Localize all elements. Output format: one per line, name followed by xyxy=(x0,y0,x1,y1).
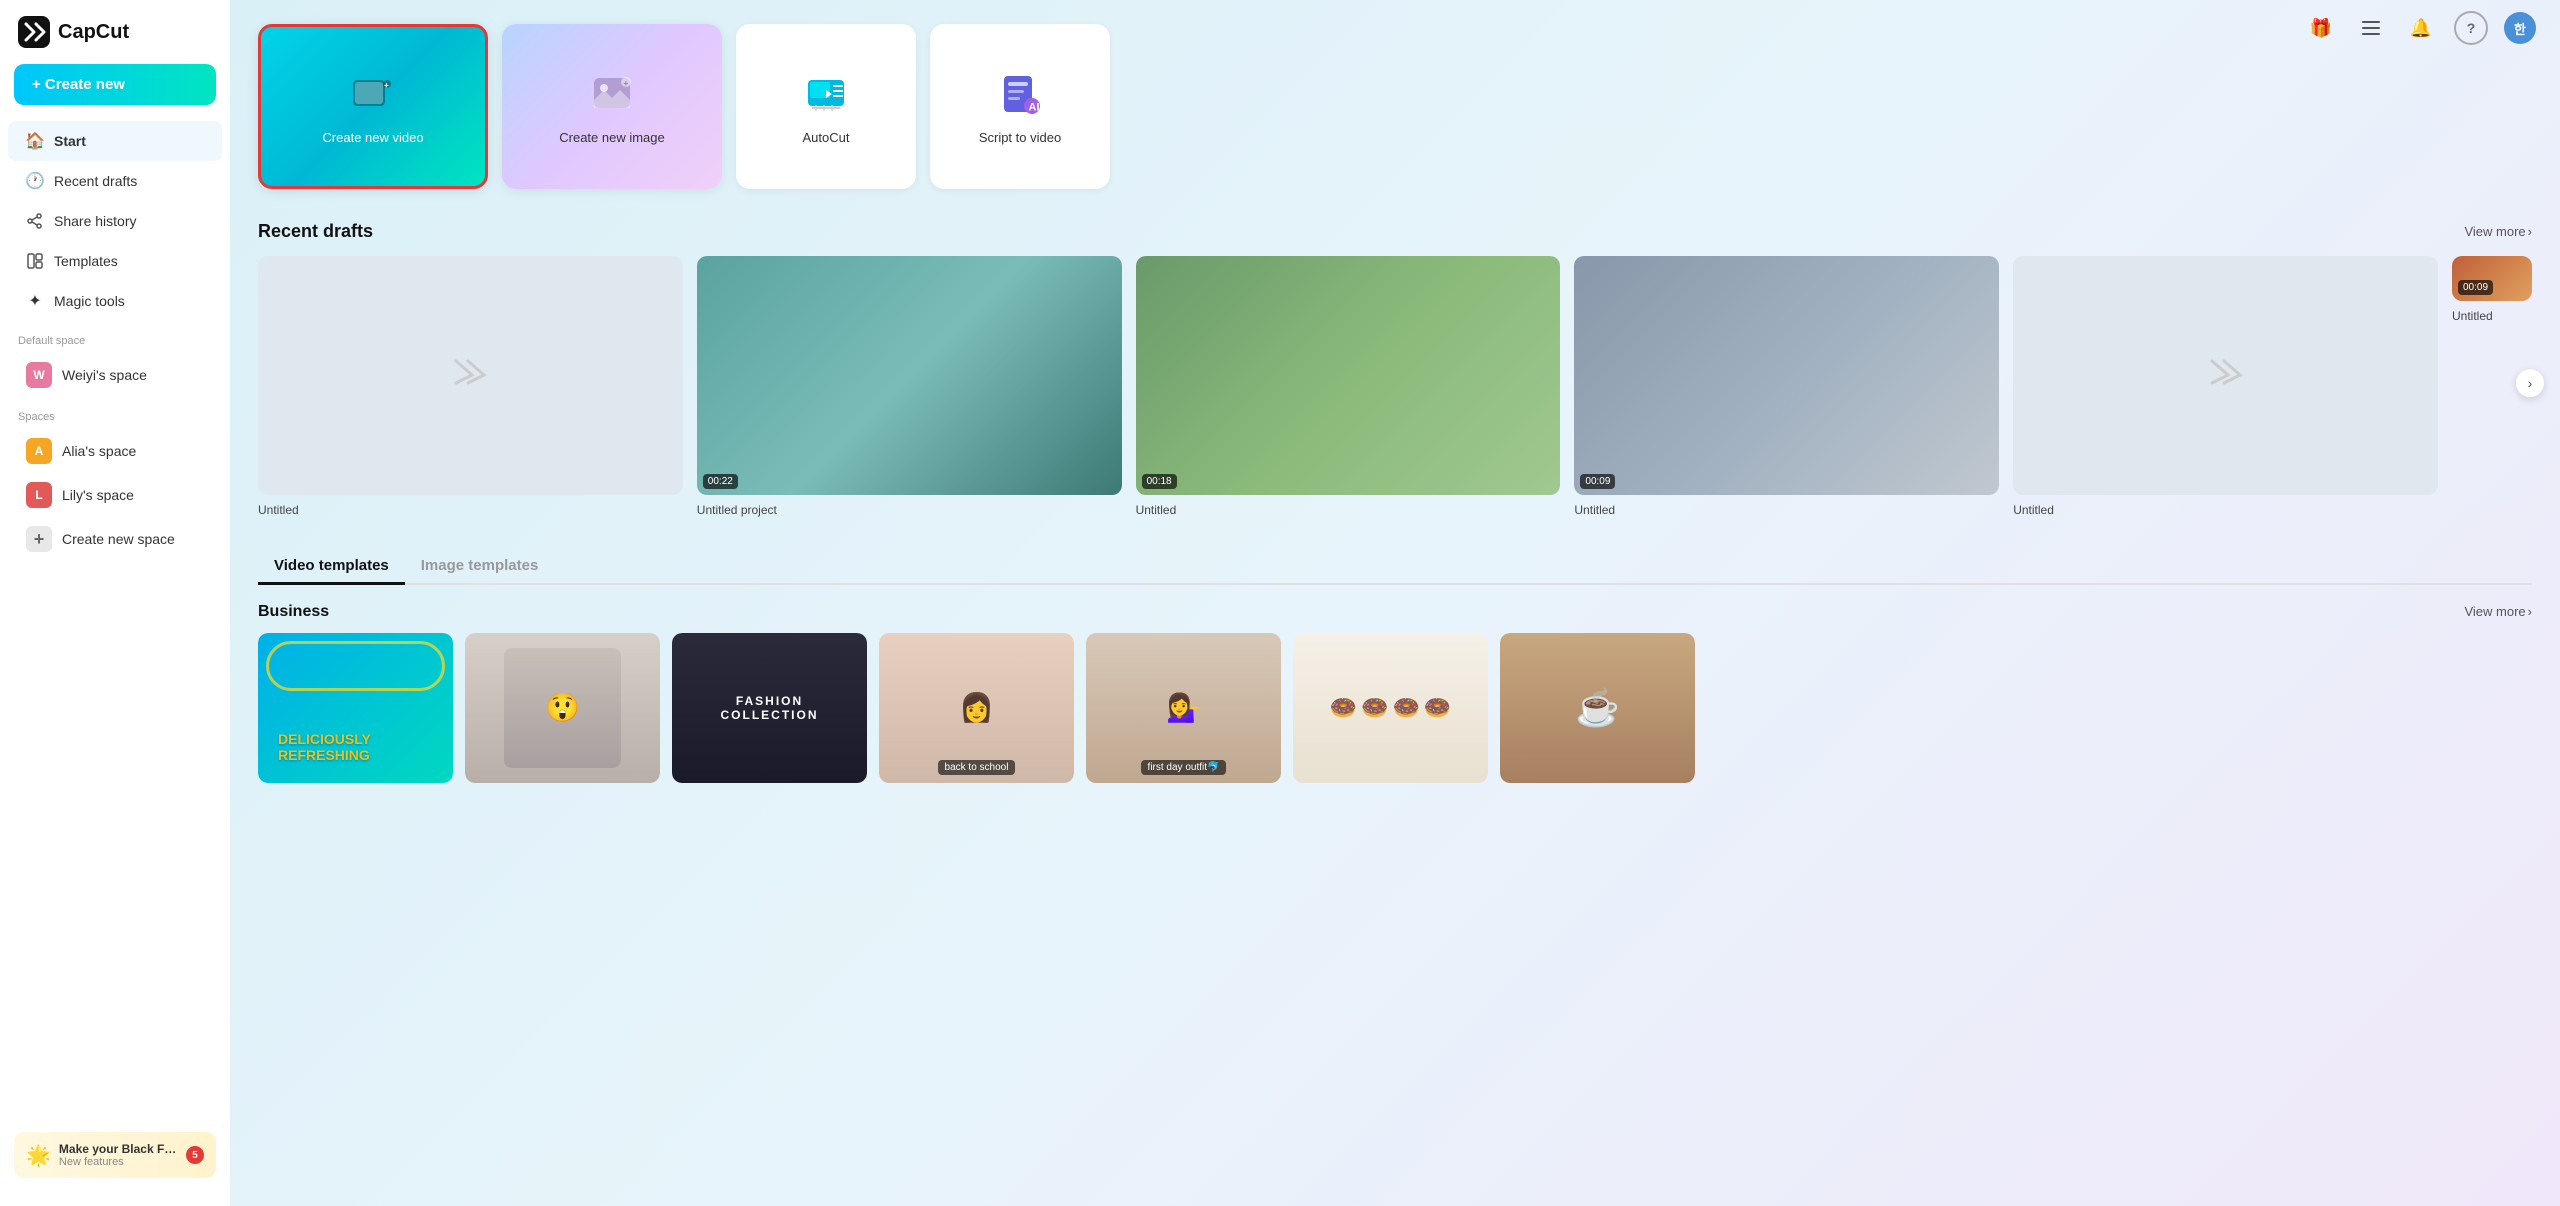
tab-image-templates[interactable]: Image templates xyxy=(405,549,555,585)
sidebar: CapCut + Create new 🏠 Start 🕐 Recent dra… xyxy=(0,0,230,1206)
sidebar-item-templates[interactable]: Templates xyxy=(8,241,222,281)
home-icon: 🏠 xyxy=(26,132,44,150)
create-video-label: Create new video xyxy=(322,130,423,145)
spaces-label: Spaces xyxy=(0,397,230,429)
autocut-card[interactable]: AutoCut xyxy=(736,24,916,189)
draft-title: Untitled project xyxy=(697,503,1122,517)
help-icon[interactable]: ? xyxy=(2454,11,2488,45)
quick-actions-row: + Create new video + Create new image xyxy=(258,24,2532,189)
weiyi-avatar: W xyxy=(26,362,52,388)
create-image-icon: + xyxy=(586,68,638,120)
create-image-label: Create new image xyxy=(559,130,665,145)
template-item[interactable]: 👩 back to school xyxy=(879,633,1074,783)
create-image-card[interactable]: + Create new image xyxy=(502,24,722,189)
script-to-video-label: Script to video xyxy=(979,130,1061,145)
alia-space[interactable]: A Alia's space xyxy=(8,429,222,473)
alia-avatar: A xyxy=(26,438,52,464)
plus-icon: + xyxy=(26,526,52,552)
draft-duration: 00:09 xyxy=(1580,474,1615,489)
business-title: Business xyxy=(258,603,329,621)
template-tabs: Video templates Image templates xyxy=(258,549,2532,585)
recent-drafts-view-more[interactable]: View more › xyxy=(2464,224,2532,239)
template-item[interactable]: FASHIONCOLLECTION xyxy=(672,633,867,783)
template-item[interactable]: 🍩🍩 🍩🍩 xyxy=(1293,633,1488,783)
empty-thumb-icon xyxy=(452,357,488,394)
menu-icon[interactable] xyxy=(2354,11,2388,45)
sidebar-bottom: 🌟 Make your Black Fri... New features 5 xyxy=(0,1120,230,1190)
weiyi-space[interactable]: W Weiyi's space xyxy=(8,353,222,397)
business-view-more[interactable]: View more › xyxy=(2464,604,2532,619)
template-badge: first day outfit🐬 xyxy=(1141,760,1227,775)
default-space-label: Default space xyxy=(0,321,230,353)
main-content: + Create new video + Create new image xyxy=(230,0,2560,1206)
scroll-right-arrow[interactable]: › xyxy=(2516,370,2544,398)
recent-drafts-title: Recent drafts xyxy=(258,221,373,242)
templates-row: DELICIOUSLYREFRESHING 😲 xyxy=(258,633,2532,783)
user-avatar[interactable]: 한 xyxy=(2504,12,2536,44)
sidebar-item-recent-drafts[interactable]: 🕐 Recent drafts xyxy=(8,161,222,201)
template-item[interactable]: 😲 xyxy=(465,633,660,783)
bell-icon[interactable]: 🔔 xyxy=(2404,11,2438,45)
template-item[interactable]: 💁‍♀️ first day outfit🐬 xyxy=(1086,633,1281,783)
empty-thumb-icon xyxy=(2208,357,2244,394)
drafts-row: Untitled 00:22 Untitled project 00:18 Un… xyxy=(258,256,2532,517)
share-icon xyxy=(26,212,44,230)
draft-item[interactable]: Untitled xyxy=(258,256,683,517)
draft-title: Untitled xyxy=(258,503,683,517)
draft-duration: 00:22 xyxy=(703,474,738,489)
draft-item[interactable]: 00:09 Untitled xyxy=(1574,256,1999,517)
template-badge: back to school xyxy=(938,760,1016,775)
notif-badge: 5 xyxy=(186,1146,204,1164)
autocut-icon xyxy=(800,68,852,120)
draft-title: Untitled xyxy=(1136,503,1561,517)
sidebar-item-share-history[interactable]: Share history xyxy=(8,201,222,241)
create-video-icon: + xyxy=(347,68,399,120)
template-item[interactable]: DELICIOUSLYREFRESHING xyxy=(258,633,453,783)
draft-item[interactable]: 00:18 Untitled xyxy=(1136,256,1561,517)
draft-duration: 00:09 xyxy=(2458,280,2493,295)
autocut-label: AutoCut xyxy=(803,130,850,145)
templates-section: Video templates Image templates Business… xyxy=(258,549,2532,783)
create-video-card[interactable]: + Create new video xyxy=(258,24,488,189)
draft-title: Untitled xyxy=(2452,309,2532,323)
sidebar-item-start[interactable]: 🏠 Start xyxy=(8,121,222,161)
notification-bar[interactable]: 🌟 Make your Black Fri... New features 5 xyxy=(14,1132,216,1178)
lily-space[interactable]: L Lily's space xyxy=(8,473,222,517)
notif-title: Make your Black Fri... xyxy=(59,1142,178,1156)
draft-title: Untitled xyxy=(2013,503,2438,517)
script-to-video-card[interactable]: AI Script to video xyxy=(930,24,1110,189)
draft-title: Untitled xyxy=(1574,503,1999,517)
notif-subtitle: New features xyxy=(59,1156,178,1168)
business-header: Business View more › xyxy=(258,603,2532,621)
create-new-button[interactable]: + Create new xyxy=(14,64,216,105)
script-icon: AI xyxy=(994,68,1046,120)
magic-icon: ✦ xyxy=(26,292,44,310)
lily-avatar: L xyxy=(26,482,52,508)
app-logo: CapCut xyxy=(0,16,230,64)
templates-icon xyxy=(26,252,44,270)
clock-icon: 🕐 xyxy=(26,172,44,190)
draft-item[interactable]: 00:22 Untitled project xyxy=(697,256,1122,517)
svg-text:AI: AI xyxy=(1029,102,1040,114)
create-new-space[interactable]: + Create new space xyxy=(8,517,222,561)
svg-text:+: + xyxy=(624,79,629,88)
svg-text:+: + xyxy=(384,81,389,90)
draft-item[interactable]: Untitled xyxy=(2013,256,2438,517)
template-item[interactable]: ☕ xyxy=(1500,633,1695,783)
gift-icon[interactable]: 🎁 xyxy=(2304,11,2338,45)
recent-drafts-header: Recent drafts View more › xyxy=(258,221,2532,242)
notif-sun-icon: 🌟 xyxy=(26,1143,51,1168)
draft-duration: 00:18 xyxy=(1142,474,1177,489)
tab-video-templates[interactable]: Video templates xyxy=(258,549,405,585)
sidebar-item-magic-tools[interactable]: ✦ Magic tools xyxy=(8,281,222,321)
business-section: Business View more › DELICIOUSLYREFRESHI… xyxy=(258,603,2532,783)
